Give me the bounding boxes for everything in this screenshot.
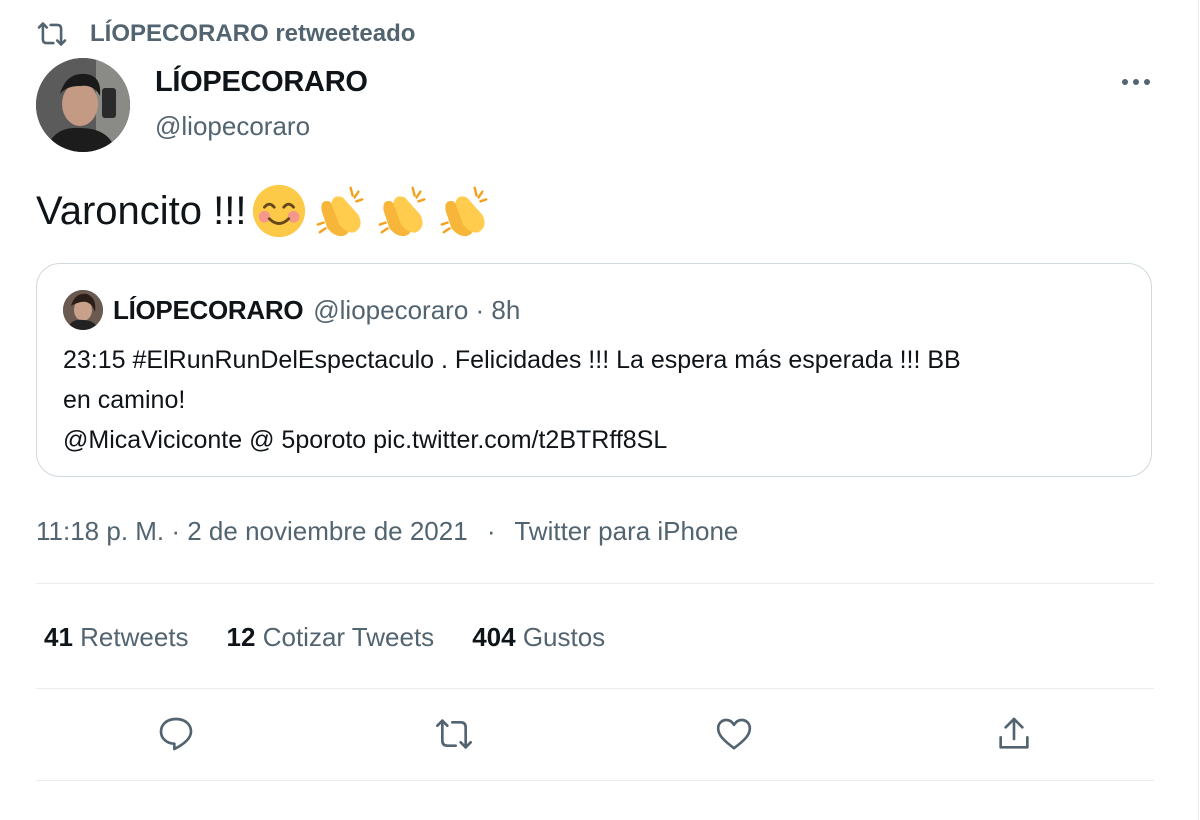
likes-count: 404 [472, 622, 516, 652]
more-dot [1133, 79, 1139, 85]
author-avatar[interactable] [36, 58, 130, 152]
quotes-count: 12 [226, 622, 256, 652]
quotes-label: Cotizar Tweets [262, 622, 435, 652]
clapping-hands-icon [379, 186, 426, 237]
quoted-author-avatar [63, 290, 103, 330]
action-bar [0, 714, 1200, 760]
share-icon [999, 717, 1029, 749]
more-dot [1122, 79, 1128, 85]
quoted-tweet-header: LÍOPECORARO @liopecoraro · 8h [63, 290, 520, 330]
divider [36, 688, 1154, 689]
author-handle[interactable]: @liopecoraro [155, 111, 368, 142]
quoted-line: 23:15 #ElRunRunDelEspectaculo . Felicida… [63, 346, 961, 374]
retweet-button[interactable] [434, 714, 478, 758]
reply-button[interactable] [156, 714, 200, 758]
metadata-separator: · [486, 516, 496, 546]
retweet-banner-text: LÍOPECORARO retweeteado [90, 20, 416, 47]
tweet-text: Varoncito !!! [36, 182, 498, 240]
quotes-stat[interactable]: 12 Cotizar Tweets [227, 622, 435, 653]
tweet-stats: 41 Retweets 12 Cotizar Tweets 404 Gustos [44, 622, 643, 653]
tweet-timestamp[interactable]: 11:18 p. M. · 2 de noviembre de 2021 [36, 516, 468, 546]
quoted-author-name: LÍOPECORARO [113, 294, 304, 325]
author-name[interactable]: LÍOPECORARO [155, 66, 368, 99]
heart-icon [716, 718, 752, 750]
quoted-author-meta: @liopecoraro · 8h [313, 294, 521, 325]
tweet-metadata: 11:18 p. M. · 2 de noviembre de 2021 · T… [36, 516, 738, 547]
reply-icon [159, 717, 193, 751]
more-dot [1144, 79, 1150, 85]
quoted-line: @MicaViciconte @ 5poroto pic.twitter.com… [63, 426, 668, 454]
avatar-image [36, 58, 130, 152]
clapping-hands-icon [441, 186, 488, 237]
likes-stat[interactable]: 404 Gustos [472, 622, 605, 653]
likes-label: Gustos [522, 622, 606, 652]
smiling-face-icon [253, 184, 306, 238]
retweets-label: Retweets [80, 622, 189, 652]
share-button[interactable] [994, 714, 1038, 758]
quoted-tweet-body: 23:15 #ElRunRunDelEspectaculo . Felicida… [63, 340, 1143, 460]
retweets-stat[interactable]: 41 Retweets [44, 622, 189, 653]
emoji-row [250, 182, 498, 240]
divider [36, 583, 1154, 584]
divider [36, 780, 1154, 781]
quoted-tweet[interactable]: LÍOPECORARO @liopecoraro · 8h 23:15 #ElR… [36, 263, 1152, 477]
quoted-line: en camino! [63, 386, 186, 414]
clapping-hands-icon [317, 186, 364, 237]
retweets-count: 41 [44, 622, 73, 652]
quoted-avatar-image [63, 290, 103, 330]
tweet-card: LÍOPECORARO retweeteado LÍOPECORARO @lio… [0, 0, 1199, 820]
retweet-icon [436, 719, 472, 749]
retweet-icon [37, 22, 67, 46]
tweet-text-content: Varoncito !!! [36, 188, 247, 233]
author-block: LÍOPECORARO @liopecoraro [155, 66, 368, 142]
retweet-banner[interactable]: LÍOPECORARO retweeteado [36, 20, 415, 48]
tweet-source[interactable]: Twitter para iPhone [514, 516, 738, 546]
more-options-button[interactable] [1116, 70, 1156, 94]
like-button[interactable] [714, 714, 758, 758]
